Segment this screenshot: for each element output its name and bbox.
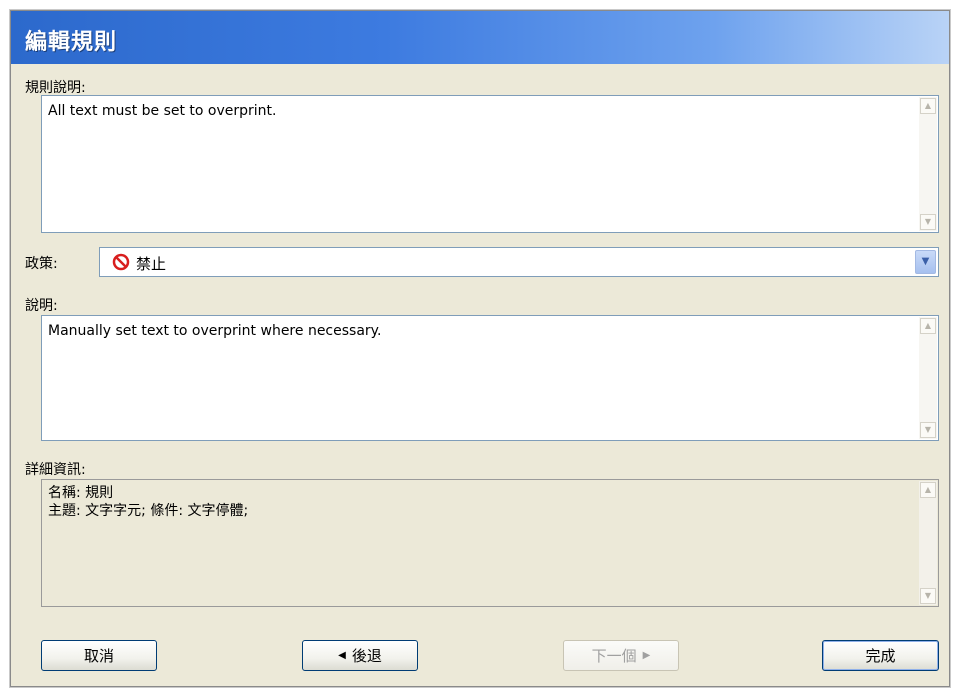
explanation-text: Manually set text to overprint where nec… xyxy=(48,323,382,339)
policy-label: 政策: xyxy=(25,256,58,272)
next-button-label: 下一個 xyxy=(591,647,637,665)
scroll-down-icon[interactable]: ▼ xyxy=(920,588,936,604)
cancel-button-label: 取消 xyxy=(83,647,114,665)
scroll-down-icon[interactable]: ▼ xyxy=(920,422,936,438)
chevron-down-icon[interactable]: ▼ xyxy=(915,250,936,274)
arrow-right-icon: ▶ xyxy=(642,650,651,661)
arrow-left-icon: ◀ xyxy=(338,650,346,661)
cancel-button[interactable]: 取消 xyxy=(41,640,157,671)
edit-rule-dialog: 編輯規則 規則說明: All text must be set to overp… xyxy=(10,10,950,687)
next-button[interactable]: 下一個 ▶ xyxy=(563,640,679,671)
scroll-up-icon[interactable]: ▲ xyxy=(920,482,936,498)
prohibited-icon xyxy=(112,253,130,271)
details-scrollbar[interactable]: ▲ ▼ xyxy=(919,481,937,605)
scroll-up-icon[interactable]: ▲ xyxy=(920,318,936,334)
details-line-subject: 主題: 文字字元; 條件: 文字停體; xyxy=(48,503,249,519)
back-button[interactable]: ◀ 後退 xyxy=(302,640,418,671)
explanation-scrollbar[interactable]: ▲ ▼ xyxy=(919,317,937,439)
finish-button-label: 完成 xyxy=(865,647,896,665)
details-field[interactable]: 名稱: 規則 主題: 文字字元; 條件: 文字停體; ▲ ▼ xyxy=(41,479,939,607)
finish-button[interactable]: 完成 xyxy=(822,640,939,671)
title-bar[interactable]: 編輯規則 xyxy=(11,11,949,64)
policy-dropdown[interactable]: 禁止 ▼ xyxy=(99,247,939,277)
back-button-label: 後退 xyxy=(351,647,382,665)
details-label: 詳細資訊: xyxy=(25,462,86,478)
explanation-label: 說明: xyxy=(25,298,58,314)
rule-description-label: 規則說明: xyxy=(25,80,86,96)
rule-description-field[interactable]: All text must be set to overprint. ▲ ▼ xyxy=(41,95,939,233)
scroll-up-icon[interactable]: ▲ xyxy=(920,98,936,114)
policy-selected-value: 禁止 xyxy=(136,255,167,273)
scroll-down-icon[interactable]: ▼ xyxy=(920,214,936,230)
details-line-name: 名稱: 規則 xyxy=(48,485,114,501)
window-title: 編輯規則 xyxy=(25,30,118,55)
rule-description-text: All text must be set to overprint. xyxy=(48,103,277,119)
rule-description-scrollbar[interactable]: ▲ ▼ xyxy=(919,97,937,231)
explanation-field[interactable]: Manually set text to overprint where nec… xyxy=(41,315,939,441)
